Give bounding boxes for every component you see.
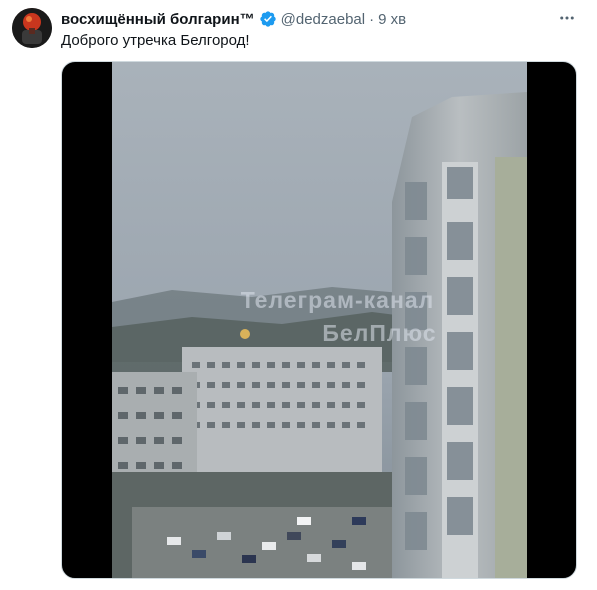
avatar-image bbox=[12, 8, 52, 48]
more-options-button[interactable] bbox=[557, 8, 577, 28]
display-name[interactable]: восхищённый болгарин™ bbox=[61, 11, 255, 28]
video-frame: Телеграм-канал БелПлюс bbox=[112, 62, 527, 578]
avatar[interactable] bbox=[12, 8, 52, 48]
watermark-line1: Телеграм-канал bbox=[240, 287, 435, 313]
video-player[interactable]: Телеграм-канал БелПлюс bbox=[61, 61, 577, 579]
tweet-card[interactable]: восхищённый болгарин™ @dedzaebal · 9 хв … bbox=[0, 0, 597, 590]
watermark-line2: БелПлюс bbox=[322, 320, 437, 346]
timestamp[interactable]: 9 хв bbox=[378, 11, 406, 28]
tweet-text: Доброго утречка Белгород! bbox=[61, 32, 250, 49]
verified-badge-icon bbox=[259, 10, 277, 28]
user-handle[interactable]: @dedzaebal bbox=[281, 11, 365, 28]
ellipsis-icon bbox=[560, 16, 574, 20]
tweet-header: восхищённый болгарин™ @dedzaebal · 9 хв bbox=[61, 9, 406, 29]
separator-dot: · bbox=[369, 10, 375, 28]
